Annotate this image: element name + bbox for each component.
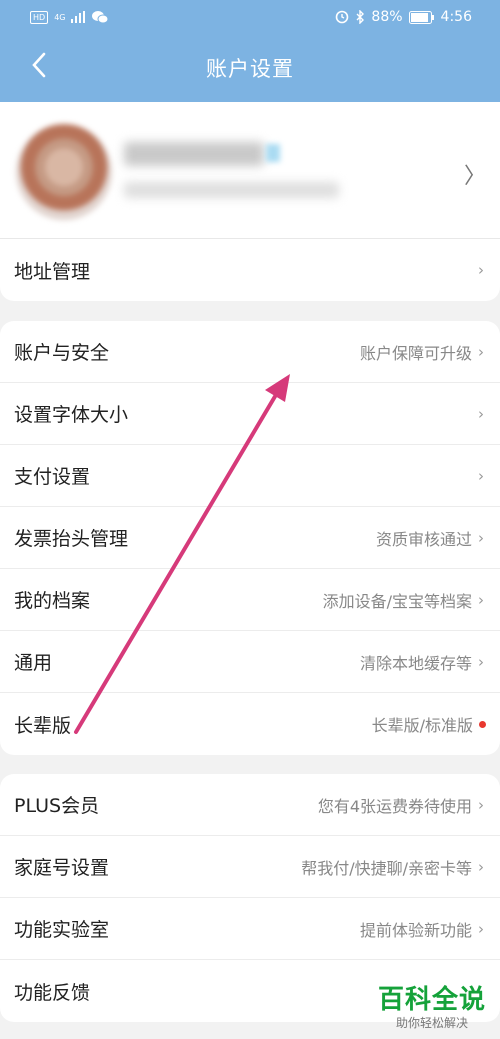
row-value: 账户保障可升级: [359, 343, 472, 363]
blurred-account-info: [124, 182, 339, 198]
row-elder-mode[interactable]: 长辈版 长辈版/标准版: [0, 693, 500, 755]
row-invoice-title[interactable]: 发票抬头管理 资质审核通过 ›: [0, 507, 500, 569]
avatar[interactable]: [16, 124, 112, 220]
wechat-icon: [92, 11, 109, 24]
chevron-right-icon: ›: [478, 528, 484, 547]
page-title: 账户设置: [206, 57, 294, 81]
chevron-right-icon: ›: [478, 590, 484, 609]
address-card: 地址管理 ›: [0, 239, 500, 301]
red-dot-badge: [479, 720, 486, 728]
row-label: 功能反馈: [14, 981, 91, 1004]
chevron-right-icon: ›: [478, 795, 484, 814]
hd-icon: HD: [30, 10, 49, 24]
battery-icon: [408, 10, 434, 24]
chevron-right-icon: ›: [478, 466, 484, 485]
row-label: 设置字体大小: [14, 404, 129, 426]
watermark-logo: 百科全说 助你轻松解决: [378, 979, 486, 1031]
row-value: 帮我付/快捷聊/亲密卡等: [301, 858, 472, 878]
row-plus-member[interactable]: PLUS会员 您有4张运费券待使用 ›: [0, 774, 500, 836]
row-feature-lab[interactable]: 功能实验室 提前体验新功能 ›: [0, 898, 500, 960]
row-label: 通用: [14, 652, 53, 674]
row-value: 您有4张运费券待使用: [317, 796, 472, 816]
nav-bar: 账户设置: [0, 34, 500, 102]
row-label: 功能实验室: [14, 919, 110, 941]
clock: 4:56: [440, 9, 472, 25]
bluetooth-icon: [356, 10, 365, 24]
row-label: 家庭号设置: [14, 857, 110, 879]
row-value: 清除本地缓存等: [359, 653, 472, 673]
chevron-right-icon: ›: [478, 919, 484, 938]
address-row[interactable]: 地址管理 ›: [0, 239, 500, 301]
chevron-right-icon: ›: [478, 261, 484, 279]
chevron-right-icon: 〉: [463, 164, 486, 189]
signal-icon: [71, 11, 86, 23]
row-payment-settings[interactable]: 支付设置 ›: [0, 445, 500, 507]
row-value: 长辈版/标准版: [371, 716, 473, 735]
row-value: 添加设备/宝宝等档案: [322, 591, 472, 611]
row-label: 账户与安全: [14, 342, 110, 364]
network-label: 4G: [54, 12, 66, 22]
row-value: 提前体验新功能: [359, 920, 472, 940]
row-label: 发票抬头管理: [14, 528, 129, 550]
blurred-username: [124, 142, 264, 166]
chevron-right-icon: ›: [478, 857, 484, 876]
chevron-right-icon: ›: [478, 404, 484, 423]
row-label: 我的档案: [14, 590, 91, 612]
settings-group-1: 账户与安全 账户保障可升级 › 设置字体大小 › 支付设置 › 发票抬头管理 资质…: [0, 321, 500, 755]
chevron-right-icon: ›: [478, 652, 484, 671]
row-account-security[interactable]: 账户与安全 账户保障可升级 ›: [0, 321, 500, 383]
profile-card[interactable]: 〉: [0, 102, 500, 239]
row-font-size[interactable]: 设置字体大小 ›: [0, 383, 500, 445]
row-label: 支付设置: [14, 466, 91, 488]
row-label: 地址管理: [14, 260, 91, 283]
alarm-icon: [336, 10, 349, 24]
row-family-settings[interactable]: 家庭号设置 帮我付/快捷聊/亲密卡等 ›: [0, 836, 500, 898]
status-bar: HD 4G 88% 4:56: [0, 0, 500, 34]
back-arrow-icon[interactable]: [24, 48, 58, 82]
watermark-title: 百科全说: [377, 985, 486, 1015]
row-label: PLUS会员: [14, 795, 100, 817]
chevron-right-icon: ›: [478, 342, 484, 361]
battery-percent: 88%: [371, 9, 403, 25]
watermark-subtitle: 助你轻松解决: [395, 1016, 468, 1030]
row-my-profile[interactable]: 我的档案 添加设备/宝宝等档案 ›: [0, 569, 500, 631]
row-general[interactable]: 通用 清除本地缓存等 ›: [0, 631, 500, 693]
row-label: 长辈版: [14, 714, 72, 737]
header: HD 4G 88% 4:56 账户设置: [0, 0, 500, 102]
row-value: 资质审核通过: [375, 529, 472, 549]
blurred-badge: [266, 144, 280, 162]
